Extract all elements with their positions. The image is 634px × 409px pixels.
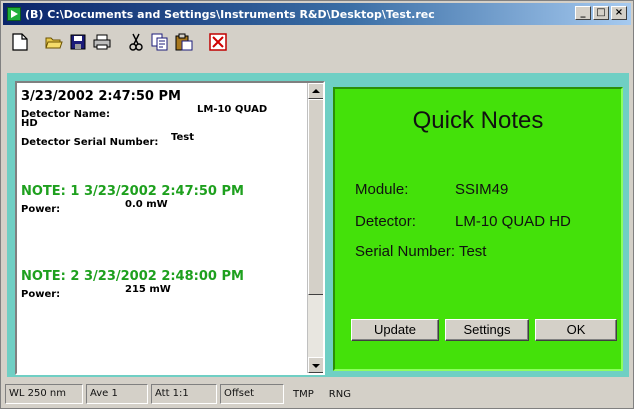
scroll-thumb[interactable] [308,99,323,295]
ok-button[interactable]: OK [535,319,617,341]
serial-number-label: Serial Number: [355,243,456,260]
detector-row: Detector: LM-10 QUAD HD [355,213,571,230]
update-button[interactable]: Update [351,319,439,341]
delete-button[interactable] [207,31,229,53]
window-title: (B) C:\Documents and Settings\Instrument… [25,7,435,21]
quick-notes-title: Quick Notes [412,107,544,134]
module-row: Module: SSIM49 [355,181,508,198]
toolbar [3,27,631,57]
new-document-button[interactable] [9,31,31,53]
detector-name-label: Detector Name: [21,109,110,120]
power-value: 0.0 mW [125,199,168,210]
detector-name-value: LM-10 QUAD [197,104,268,115]
serial-value: Test [171,132,195,143]
copy-icon [151,33,168,51]
quick-notes-panel: Quick Notes Module: SSIM49 Detector: LM-… [333,87,623,371]
paste-icon [175,33,193,51]
module-label: Module: [355,181,409,198]
minimize-button[interactable]: _ [575,6,591,20]
status-rng: RNG [328,388,351,400]
open-button[interactable] [43,31,65,53]
vertical-scrollbar[interactable] [307,83,323,373]
status-bar: WL 250 nm Ave 1 Att 1:1 Offset TMP RNG [3,381,631,407]
serial-number-row: Serial Number: Test [355,243,486,260]
delete-icon [209,33,227,51]
status-offset: Offset [220,384,284,404]
title-bar[interactable]: (B) C:\Documents and Settings\Instrument… [3,3,631,25]
status-wavelength: WL 250 nm [5,384,83,404]
status-attenuation: Att 1:1 [151,384,217,404]
new-icon [12,33,28,51]
serial-label: Detector Serial Number: [21,137,159,148]
copy-button[interactable] [149,31,171,53]
detector-value: LM-10 QUAD HD [455,213,571,230]
power-label: Power: [21,289,61,300]
print-icon [93,34,111,50]
maximize-button[interactable]: □ [593,6,609,20]
app-icon [7,7,21,21]
detector-name-wrap: HD [21,118,38,129]
detector-label: Detector: [355,213,416,230]
save-button[interactable] [67,31,89,53]
note-heading: NOTE: 2 3/23/2002 2:48:00 PM [21,269,244,284]
scroll-up-button[interactable] [308,83,323,99]
note-power-row: Power: 215 mW [21,284,307,300]
detector-name-row: Detector Name: LM-10 QUAD [21,104,307,120]
notes-list[interactable]: 3/23/2002 2:47:50 PM Detector Name: LM-1… [15,81,325,375]
cut-icon [129,33,143,51]
notes-content: 3/23/2002 2:47:50 PM Detector Name: LM-1… [21,89,307,300]
status-tmp: TMP [293,388,314,400]
print-button[interactable] [91,31,113,53]
power-value: 215 mW [125,284,171,295]
settings-button[interactable]: Settings [445,319,529,341]
app-window: (B) C:\Documents and Settings\Instrument… [0,0,634,409]
note-heading: NOTE: 1 3/23/2002 2:47:50 PM [21,184,244,199]
module-value: SSIM49 [455,181,509,198]
power-label: Power: [21,204,61,215]
open-folder-icon [45,37,63,49]
cut-button[interactable] [125,31,147,53]
serial-row: Detector Serial Number: Test [21,132,307,148]
status-average: Ave 1 [86,384,148,404]
serial-number-value: Test [458,243,487,260]
close-button[interactable]: × [611,6,627,20]
note-power-row: Power: 0.0 mW [21,199,307,215]
paste-button[interactable] [173,31,195,53]
record-timestamp: 3/23/2002 2:47:50 PM [21,89,181,104]
window-controls: _ □ × [575,6,627,20]
save-icon [70,34,86,50]
scroll-down-button[interactable] [308,357,323,373]
